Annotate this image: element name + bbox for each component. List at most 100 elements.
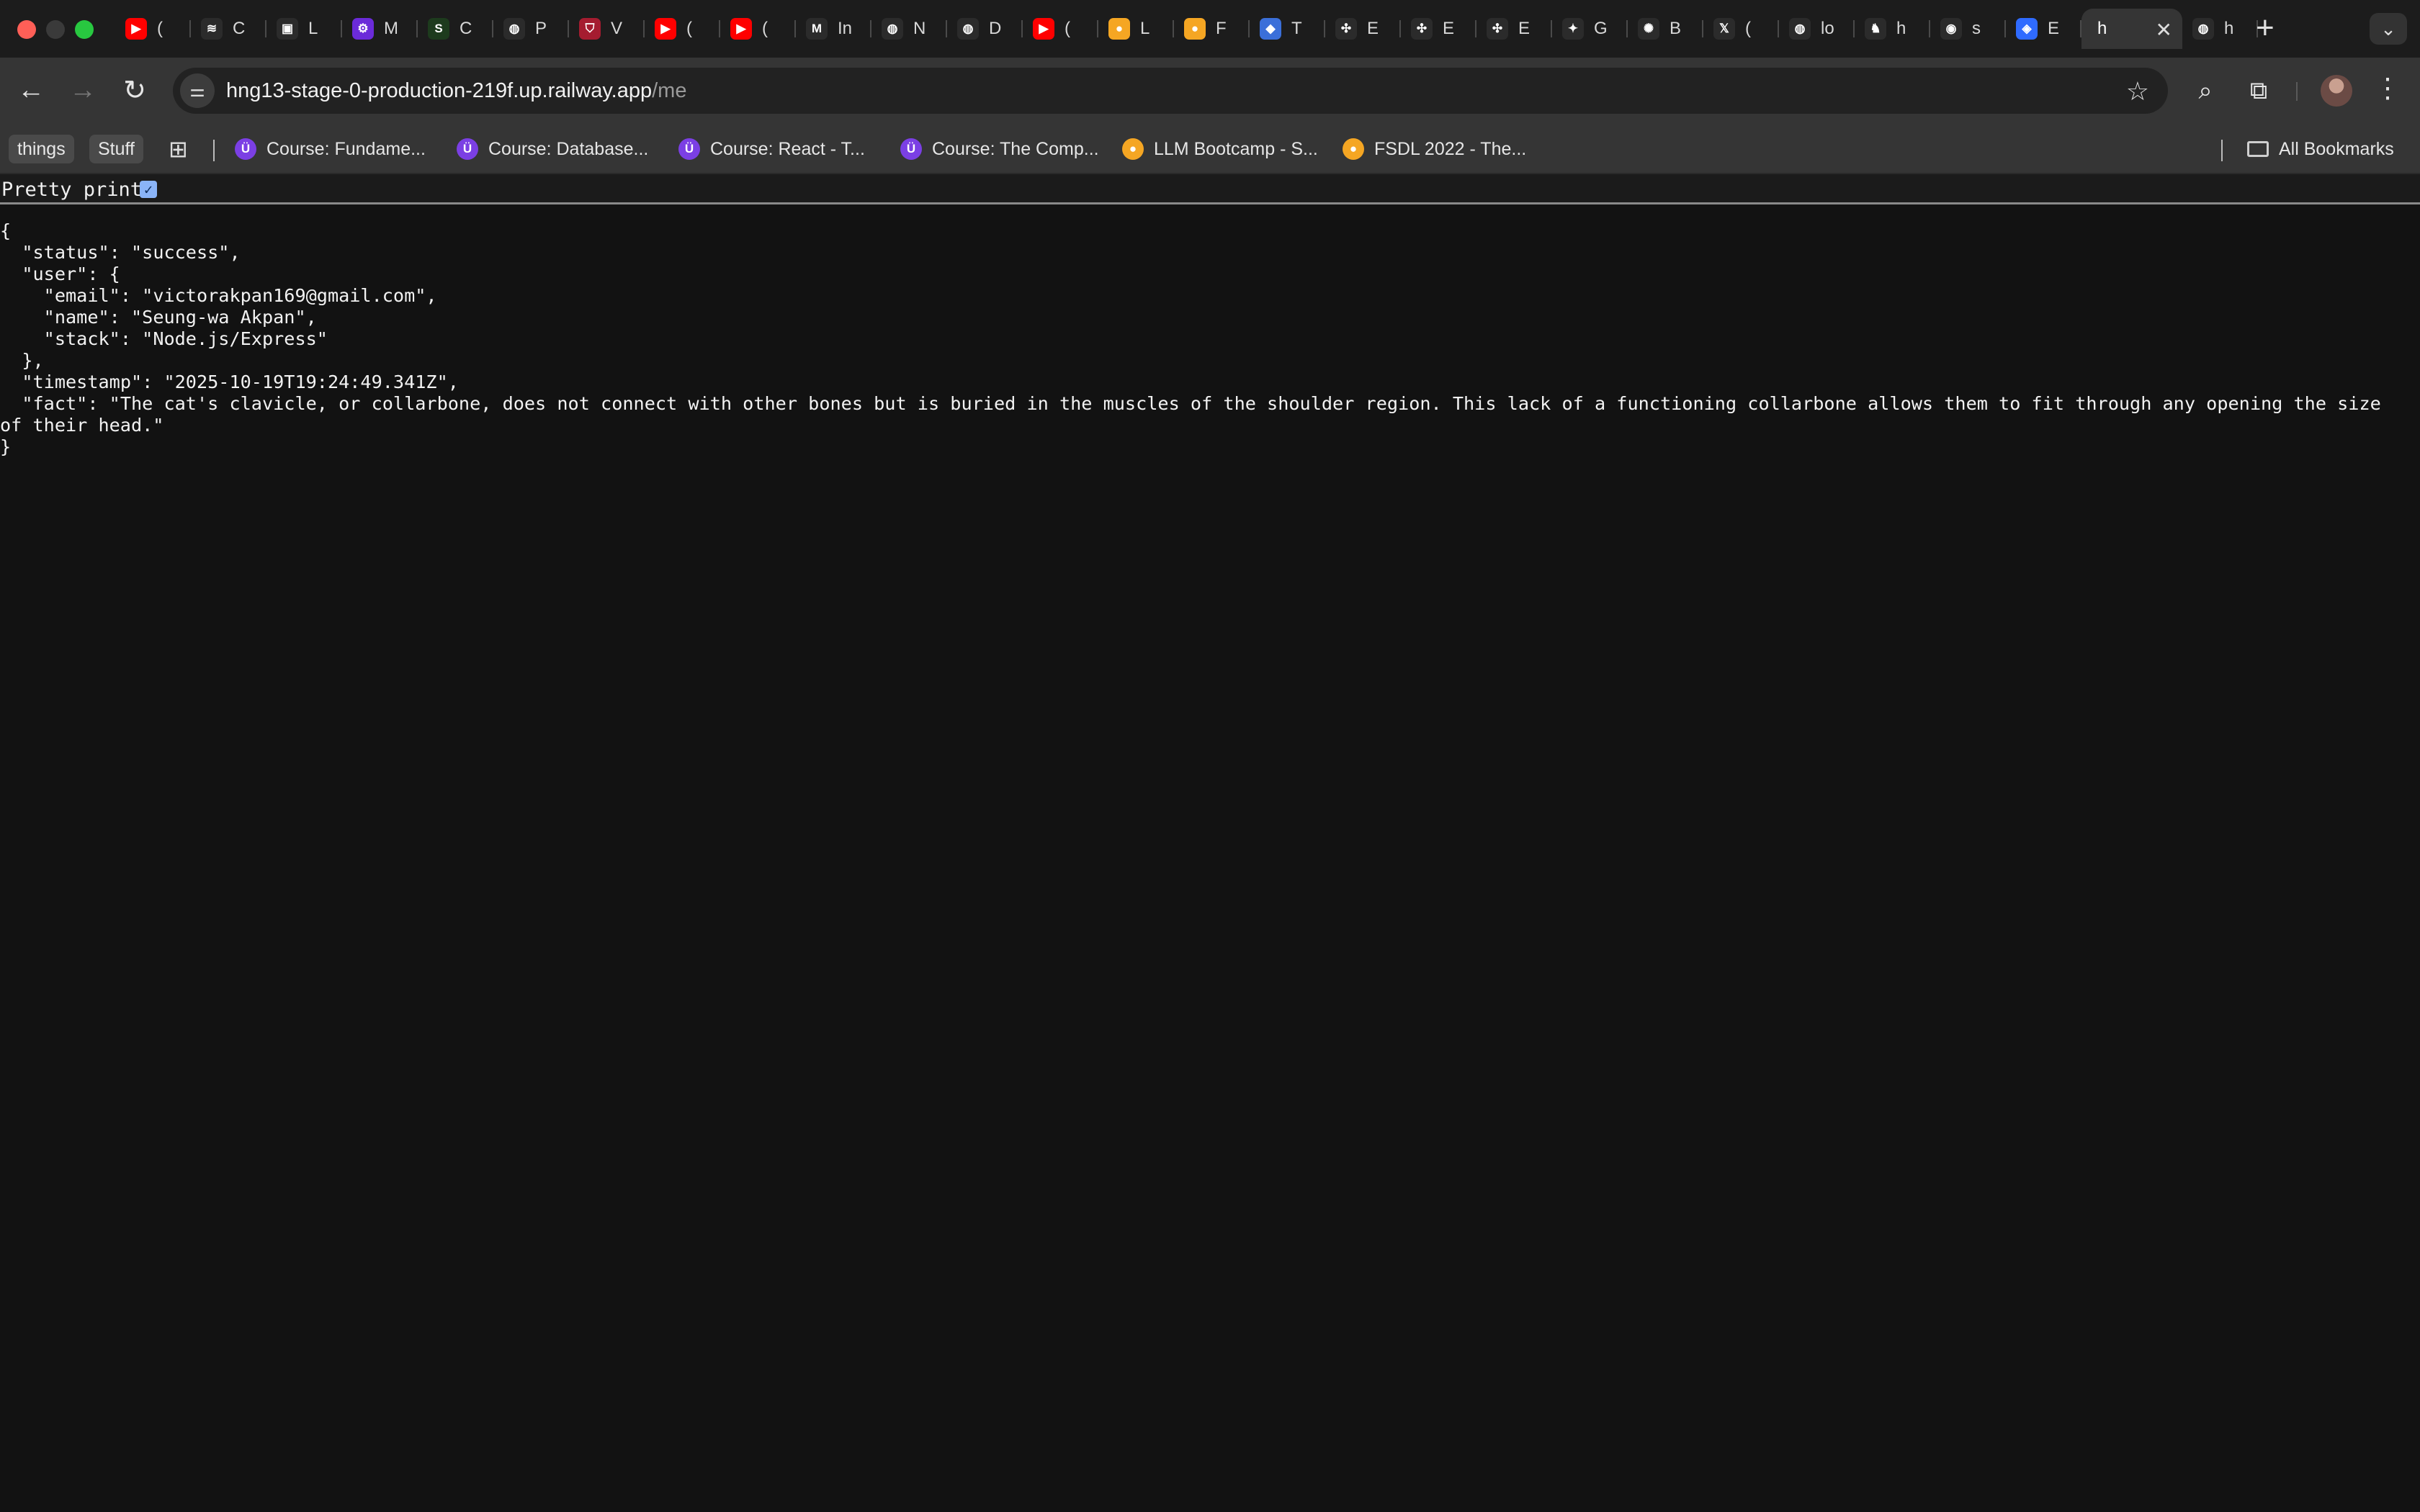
bookmark-item[interactable]: Ü Course: React - T...	[678, 135, 865, 163]
more-menu-icon[interactable]: ⋮	[2374, 72, 2401, 104]
youtube-icon: ▶	[1033, 18, 1054, 40]
bookmark-item[interactable]: ● LLM Bootcamp - S...	[1122, 135, 1318, 163]
tab-label: V	[611, 19, 623, 38]
url-text[interactable]: hng13-stage-0-production-219f.up.railway…	[226, 79, 686, 103]
pancake-icon: ●	[1184, 18, 1206, 40]
tab-label: h	[2097, 19, 2107, 38]
extensions-puzzle-icon[interactable]: ⧉	[2241, 73, 2276, 108]
tab-search-button[interactable]: ⌄	[2370, 13, 2407, 45]
pancake-icon: ●	[1343, 138, 1364, 160]
all-bookmarks-button[interactable]: All Bookmarks	[2247, 135, 2394, 163]
tab-15[interactable]: ◆ T	[1250, 9, 1325, 49]
forward-button[interactable]: →	[63, 71, 102, 109]
browser-toolbar: ← → ↻ ⚌ hng13-stage-0-production-219f.up…	[0, 58, 2420, 124]
close-tab-icon[interactable]: ✕	[2156, 18, 2172, 42]
globe-icon: ◍	[503, 18, 525, 40]
tab-2[interactable]: ▣ L	[266, 9, 342, 49]
pancake-icon: ●	[1122, 138, 1144, 160]
stack-icon: ◆	[1260, 18, 1281, 40]
udemy-icon: Ü	[900, 138, 922, 160]
tab-label: T	[1291, 19, 1302, 38]
pretty-print-checkbox[interactable]: ✓	[140, 181, 157, 198]
tab-label: G	[1594, 19, 1608, 38]
tab-23[interactable]: ♞ h	[1855, 9, 1930, 49]
network-icon: ✣	[1487, 18, 1508, 40]
bookmark-item[interactable]: Ü Course: The Comp...	[900, 135, 1099, 163]
tab-17[interactable]: ✣ E	[1401, 9, 1476, 49]
tab-label: h	[1896, 19, 1906, 38]
tab-10[interactable]: ◍ N	[871, 9, 947, 49]
tab-label: C	[233, 19, 246, 38]
bookmark-item[interactable]: Ü Course: Fundame...	[235, 135, 426, 163]
tab-14[interactable]: ● F	[1174, 9, 1250, 49]
tab-26[interactable]: h ✕	[2081, 9, 2182, 49]
tab-24[interactable]: ◉ s	[1930, 9, 2006, 49]
tab-5[interactable]: ◍ P	[493, 9, 569, 49]
bookmark-folder-things[interactable]: things	[9, 135, 74, 163]
bookmark-folder-stuff[interactable]: Stuff	[89, 135, 143, 163]
tab-0[interactable]: ▶(	[115, 9, 191, 49]
wave-icon: ≋	[201, 18, 223, 40]
tab-label: In	[838, 19, 852, 38]
reload-button[interactable]: ↻	[115, 71, 154, 109]
new-tab-button[interactable]: +	[2256, 10, 2275, 46]
minimize-window-button[interactable]	[46, 20, 65, 39]
apps-grid-icon[interactable]: ⊞	[169, 135, 188, 163]
network-icon: ✣	[1335, 18, 1357, 40]
bookmark-item[interactable]: ● FSDL 2022 - The...	[1343, 135, 1526, 163]
youtube-icon: ▶	[125, 18, 147, 40]
tab-27[interactable]: ◍ h	[2182, 9, 2258, 49]
tab-label: s	[1972, 19, 1981, 38]
tab-1[interactable]: ≋ C	[191, 9, 266, 49]
url-path: /me	[652, 79, 687, 102]
address-bar[interactable]: ⚌ hng13-stage-0-production-219f.up.railw…	[173, 68, 2168, 114]
tab-label: B	[1670, 19, 1682, 38]
settings-badge-icon: ⚙	[352, 18, 374, 40]
tab-label: E	[2048, 19, 2060, 38]
profile-avatar[interactable]	[2321, 75, 2352, 107]
tab-12[interactable]: ▶(	[1023, 9, 1098, 49]
arrow-right-icon: →	[69, 74, 97, 105]
close-window-button[interactable]	[17, 20, 36, 39]
tab-19[interactable]: ✦ G	[1552, 9, 1628, 49]
bird-icon: ♞	[1865, 18, 1886, 40]
maximize-window-button[interactable]	[75, 20, 94, 39]
tab-4[interactable]: SC	[418, 9, 493, 49]
bookmarks-bar: things Stuff ⊞ Ü Course: Fundame... Ü Cours…	[0, 124, 2420, 174]
tab-25[interactable]: ◈ E	[2006, 9, 2081, 49]
json-response-body: { "status": "success", "user": { "email"…	[0, 220, 2381, 457]
tab-13[interactable]: ● L	[1098, 9, 1174, 49]
tab-11[interactable]: ◍ D	[947, 9, 1023, 49]
tab-label: (	[157, 19, 163, 38]
tab-8[interactable]: ▶(	[720, 9, 796, 49]
tab-20[interactable]: ✺ B	[1628, 9, 1703, 49]
tab-label: lo	[1821, 19, 1834, 38]
bookmark-star-icon[interactable]: ☆	[2126, 76, 2149, 107]
github-icon: ◉	[1940, 18, 1962, 40]
bookmark-label: Course: Fundame...	[266, 138, 426, 159]
tab-6[interactable]: ⛉ V	[569, 9, 645, 49]
tab-list: ▶(≋ C ▣ L ⚙ M S C ◍ P ⛉ V ▶(▶(M In ◍ N ◍ D ▶(● L ● F ◆ T ✣ E ✣ E ✣ E ✦…	[115, 9, 2258, 49]
url-host: hng13-stage-0-production-219f.up.railway…	[226, 79, 653, 102]
tab-9[interactable]: M In	[796, 9, 871, 49]
bookmark-item[interactable]: Ü Course: Database...	[457, 135, 648, 163]
site-info-button[interactable]: ⚌	[180, 73, 215, 108]
bookmark-label: LLM Bootcamp - S...	[1154, 138, 1318, 159]
udemy-icon: Ü	[457, 138, 478, 160]
diamond-icon: ◈	[2016, 18, 2038, 40]
chevron-down-icon: ⌄	[2380, 17, 2396, 40]
tab-18[interactable]: ✣ E	[1476, 9, 1552, 49]
tab-16[interactable]: ✣ E	[1325, 9, 1401, 49]
tab-3[interactable]: ⚙ M	[342, 9, 418, 49]
tab-22[interactable]: ◍ lo	[1779, 9, 1855, 49]
tab-21[interactable]: 𝕏(	[1703, 9, 1779, 49]
search-lens-icon[interactable]: ⌕	[2188, 73, 2223, 108]
shield-icon: ⛉	[579, 18, 601, 40]
tab-strip: ▶(≋ C ▣ L ⚙ M S C ◍ P ⛉ V ▶(▶(M In ◍ N ◍ D ▶(● L ● F ◆ T ✣ E ✣ E ✣ E ✦…	[0, 0, 2420, 58]
gmail-icon: M	[806, 18, 828, 40]
tab-label: (	[1745, 19, 1751, 38]
back-button[interactable]: ←	[12, 71, 50, 109]
tab-label: L	[1140, 19, 1150, 38]
globe-icon: ◍	[882, 18, 903, 40]
tab-7[interactable]: ▶(	[645, 9, 720, 49]
